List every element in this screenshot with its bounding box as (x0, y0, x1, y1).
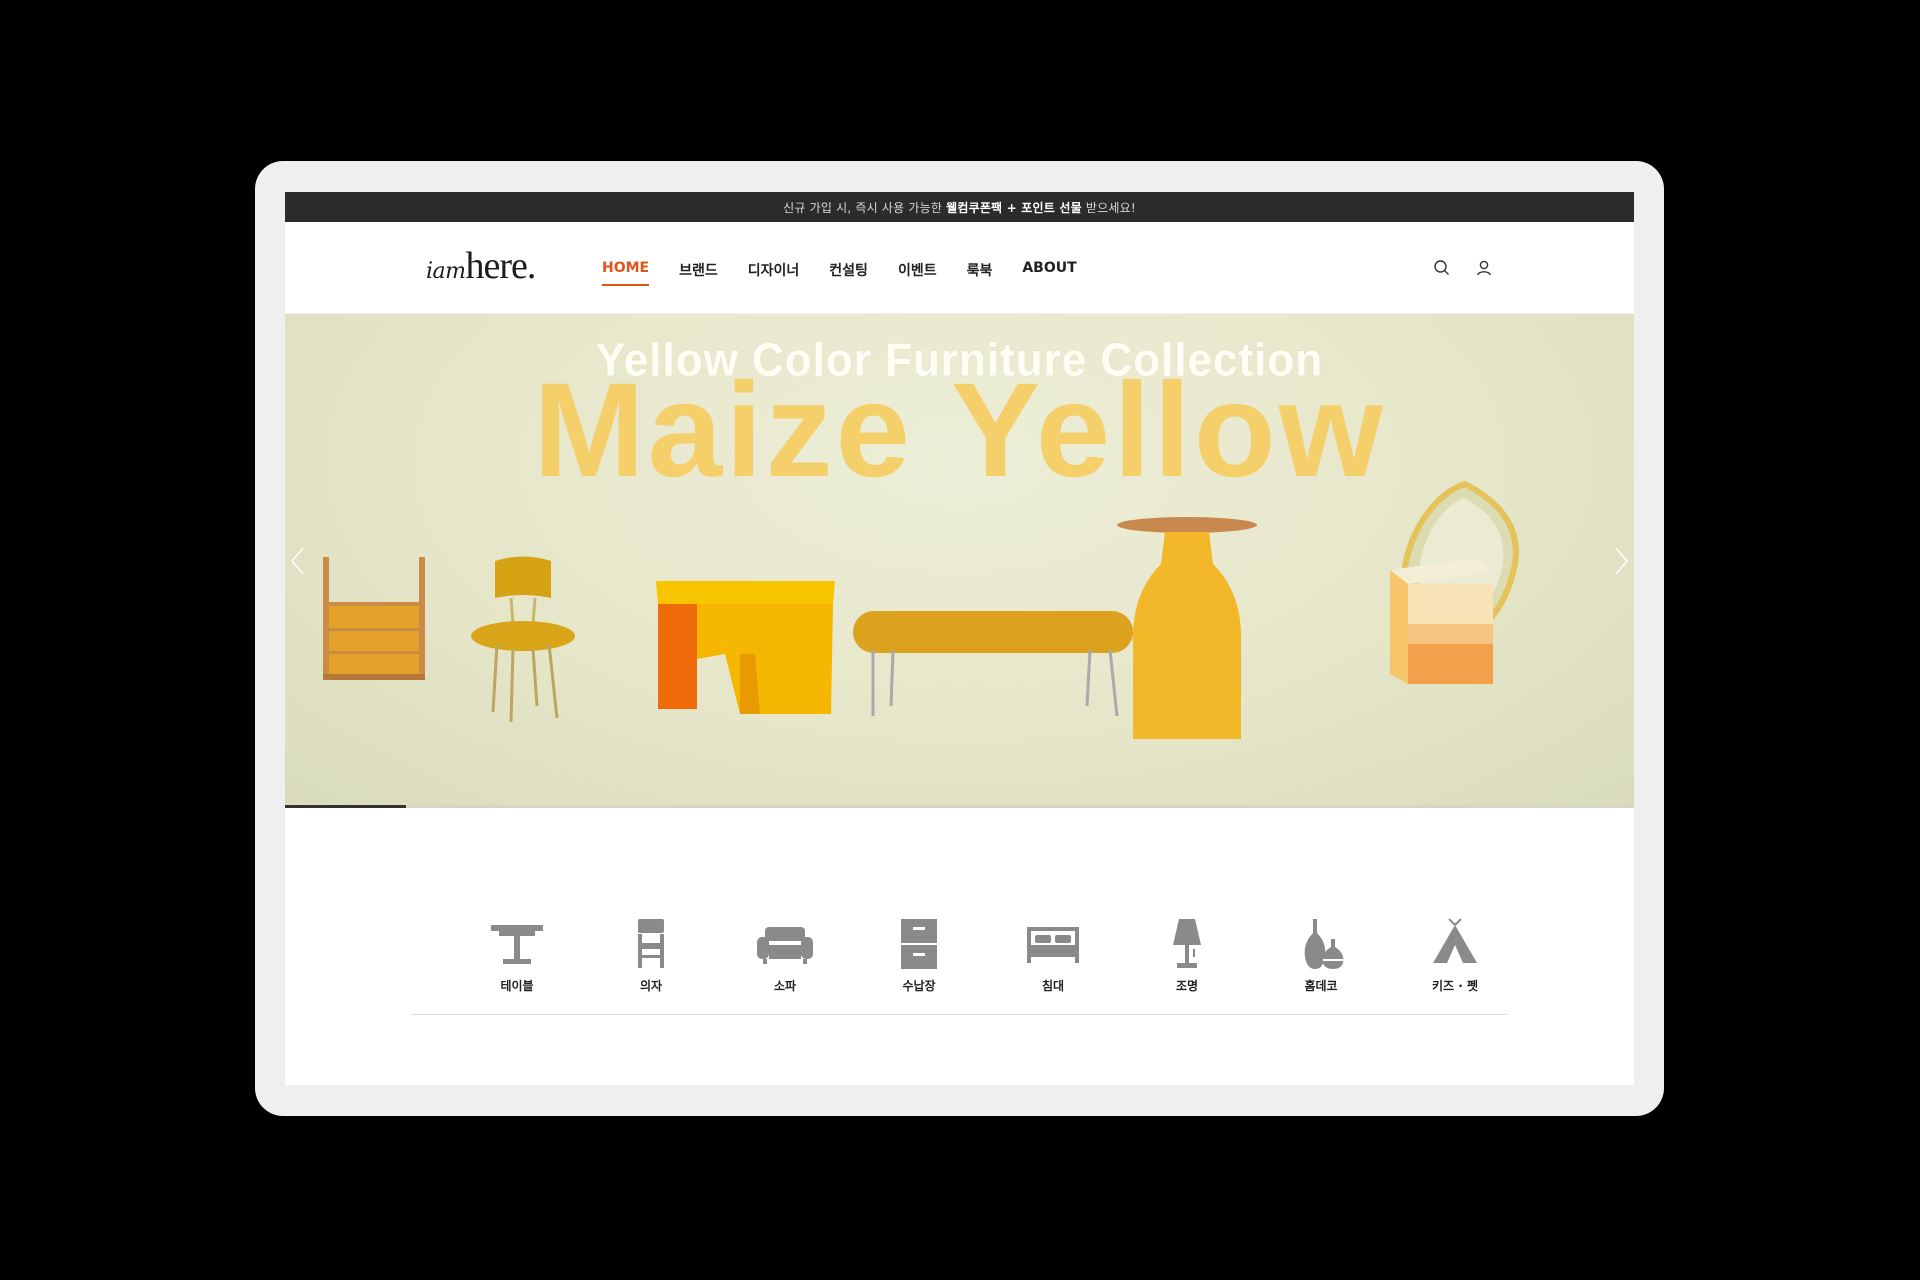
browser-screen: 신규 가입 시, 즉시 사용 가능한 웰컴쿠폰팩 + 포인트 선물 받으세요! … (285, 192, 1634, 1085)
search-icon[interactable] (1432, 258, 1452, 278)
furniture-illustration (323, 480, 1519, 739)
category-label: 침대 (1041, 979, 1065, 993)
tablet-frame: 신규 가입 시, 즉시 사용 가능한 웰컴쿠폰팩 + 포인트 선물 받으세요! … (255, 161, 1664, 1116)
nav-item-about[interactable]: ABOUT (1022, 260, 1076, 286)
category-label: 홈데코 (1304, 979, 1338, 993)
category-chair[interactable]: 의자 (584, 917, 718, 994)
slide-progress-fill (285, 805, 407, 808)
table-icon (491, 925, 543, 964)
category-table[interactable]: 테이블 (450, 917, 584, 994)
promo-prefix: 신규 가입 시, 즉시 사용 가능한 (783, 200, 943, 215)
section-divider (411, 1014, 1507, 1015)
chair-icon (638, 919, 664, 968)
sofa-icon (757, 927, 813, 964)
site-header: iam here. HOME 브랜드 디자이너 컨설팅 이벤트 룩북 ABOUT (285, 222, 1634, 314)
nav-item-designer[interactable]: 디자이너 (748, 260, 800, 286)
nav-item-brand[interactable]: 브랜드 (679, 260, 718, 286)
cabinet-image (323, 557, 425, 680)
nav-item-lookbook[interactable]: 룩북 (967, 260, 993, 286)
nav-item-home[interactable]: HOME (602, 260, 650, 286)
category-lighting[interactable]: 조명 (1120, 917, 1254, 994)
hero-banner[interactable]: Maize Yellow Yellow Color Furniture Coll… (285, 314, 1634, 808)
category-kids-pet[interactable]: 키즈 · 펫 (1388, 917, 1522, 994)
logo-part-iam: iam (426, 259, 466, 284)
site-logo[interactable]: iam here. (426, 244, 537, 288)
nav-item-event[interactable]: 이벤트 (898, 260, 937, 286)
bed-icon (1027, 927, 1079, 963)
category-home-deco[interactable]: 홈데코 (1254, 917, 1388, 994)
cabinet-icon (901, 919, 937, 969)
category-label: 의자 (639, 979, 663, 993)
stool-image (656, 581, 835, 714)
user-icon[interactable] (1474, 258, 1494, 278)
main-nav: HOME 브랜드 디자이너 컨설팅 이벤트 룩북 ABOUT (602, 260, 1107, 286)
tent-icon (1433, 918, 1477, 963)
lamp-icon (1173, 919, 1201, 968)
prev-slide-arrow[interactable] (289, 546, 305, 576)
nav-item-consulting[interactable]: 컨설팅 (829, 260, 868, 286)
bench-image (853, 611, 1133, 717)
category-label: 조명 (1175, 979, 1199, 993)
header-icons (1432, 258, 1494, 278)
category-label: 키즈 · 펫 (1431, 979, 1479, 993)
category-bed[interactable]: 침대 (986, 917, 1120, 994)
next-slide-arrow[interactable] (1614, 546, 1630, 576)
chair-image (471, 556, 575, 723)
logo-part-here: here. (465, 245, 537, 287)
promo-bar[interactable]: 신규 가입 시, 즉시 사용 가능한 웰컴쿠폰팩 + 포인트 선물 받으세요! (285, 192, 1634, 222)
promo-suffix: 받으세요! (1085, 200, 1136, 215)
category-label: 소파 (773, 979, 797, 993)
side-table-image (1117, 517, 1257, 739)
category-list: 테이블 의자 소파 수납장 침대 조명 홈데코 키즈 · 펫 (450, 917, 1522, 994)
category-label: 수납장 (902, 979, 936, 993)
slide-progress-bar (285, 805, 1634, 808)
category-storage[interactable]: 수납장 (852, 917, 986, 994)
category-label: 테이블 (500, 979, 534, 993)
promo-highlight: 웰컴쿠폰팩 + 포인트 선물 (946, 200, 1082, 215)
category-sofa[interactable]: 소파 (718, 917, 852, 994)
vase-icon (1304, 919, 1344, 969)
